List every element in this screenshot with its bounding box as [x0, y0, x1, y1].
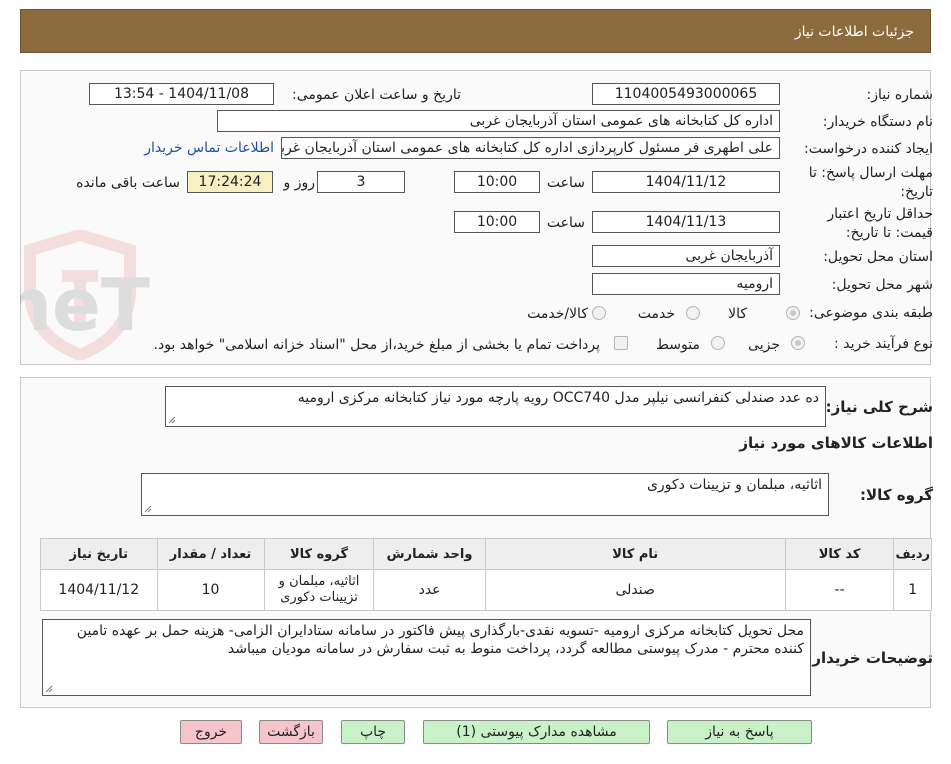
resize-grip-icon [45, 685, 53, 693]
deadline-label-line2: تاریخ: [900, 184, 933, 200]
items-table: ردیف کد کالا نام کالا واحد شمارش گروه کا… [40, 538, 932, 611]
process-option-minor: جزیی [748, 337, 780, 353]
goods-group-label: گروه کالا: [860, 486, 933, 504]
col-item-name: نام کالا [484, 538, 786, 570]
summary-text: ده عدد صندلی کنفرانسی نیلپر مدل OCC740 ر… [297, 390, 819, 406]
city-field: ارومیه [592, 273, 780, 295]
resize-grip-icon [168, 416, 176, 424]
print-button[interactable]: چاپ [341, 720, 405, 744]
buyer-notes-text: محل تحویل کتابخانه مرکزی ارومیه -تسویه ن… [76, 623, 804, 657]
category-option-service: خدمت [637, 306, 675, 322]
announce-field: 1404/11/08 - 13:54 [89, 83, 274, 105]
goods-group-text: اثاثیه، مبلمان و تزیینات دکوری [646, 477, 822, 493]
summary-label: شرح کلی نیاز: [825, 398, 933, 416]
page-header: جزئیات اطلاعات نیاز [20, 9, 931, 53]
goods-group-field: اثاثیه، مبلمان و تزیینات دکوری [141, 473, 829, 516]
deadline-time-field: 10:00 [454, 171, 540, 193]
col-need-date: تاریخ نیاز [40, 538, 158, 570]
province-label: استان محل تحویل: [823, 249, 933, 265]
category-radio-goods[interactable] [786, 306, 800, 320]
cell-item-name: صندلی [484, 569, 786, 611]
category-option-goods: کالا [728, 306, 747, 322]
table-header-row: ردیف کد کالا نام کالا واحد شمارش گروه کا… [40, 538, 932, 570]
validity-label-line1: حداقل تاریخ اعتبار [827, 206, 933, 222]
view-attachments-button[interactable]: مشاهده مدارک پیوستی (1) [423, 720, 650, 744]
col-item-code: کد کالا [784, 538, 895, 570]
cell-quantity: 10 [156, 569, 265, 611]
category-radio-service[interactable] [686, 306, 700, 320]
cell-need-date: 1404/11/12 [40, 569, 158, 611]
page-title: جزئیات اطلاعات نیاز [794, 24, 914, 40]
resize-grip-icon [144, 505, 152, 513]
buyer-notes-label: توضیحات خریدار: [806, 649, 933, 667]
items-section-title: اطلاعات کالاهای مورد نیاز [739, 434, 933, 452]
remaining-label: ساعت باقی مانده [76, 175, 180, 191]
col-item-group: گروه کالا [263, 538, 375, 570]
process-option-medium: متوسط [656, 337, 700, 353]
cell-row-number: 1 [893, 569, 932, 611]
creator-field: علی اطهری فر مسئول کارپردازی اداره کل کت… [281, 137, 780, 159]
validity-time-label: ساعت [546, 215, 585, 231]
category-radio-goods-service[interactable] [592, 306, 606, 320]
deadline-days-label: روز و [283, 175, 316, 191]
remaining-timer: 17:24:24 [187, 171, 273, 193]
deadline-date-field: 1404/11/12 [592, 171, 780, 193]
process-label: نوع فرآیند خرید : [834, 336, 933, 352]
deadline-days-field: 3 [317, 171, 405, 193]
treasury-checkbox[interactable] [614, 336, 628, 350]
treasury-note: پرداخت تمام یا بخشی از مبلغ خرید،از محل … [153, 337, 600, 353]
category-option-goods-service: کالا/خدمت [527, 306, 588, 322]
validity-time-field: 10:00 [454, 211, 540, 233]
creator-label: ایجاد کننده درخواست: [804, 141, 933, 157]
cell-item-group: اثاثیه، مبلمان و تزیینات دکوری [263, 569, 375, 611]
announce-label: تاریخ و ساعت اعلان عمومی: [292, 87, 461, 103]
buyer-label: نام دستگاه خریدار: [822, 114, 933, 130]
province-field: آذربایجان غربی [592, 245, 780, 267]
cell-item-code: -- [784, 569, 895, 611]
buyer-field: اداره کل کتابخانه های عمومی استان آذربای… [217, 110, 780, 132]
category-label: طبقه بندی موضوعی: [809, 305, 933, 321]
city-label: شهر محل تحویل: [831, 277, 933, 293]
validity-date-field: 1404/11/13 [592, 211, 780, 233]
deadline-time-label: ساعت [546, 175, 585, 191]
summary-field: ده عدد صندلی کنفرانسی نیلپر مدل OCC740 ر… [165, 386, 826, 427]
process-radio-minor[interactable] [791, 336, 805, 350]
col-quantity: تعداد / مقدار [156, 538, 265, 570]
process-radio-medium[interactable] [711, 336, 725, 350]
need-number-field: 1104005493000065 [592, 83, 780, 105]
col-unit: واحد شمارش [373, 538, 486, 570]
exit-button[interactable]: خروج [180, 720, 242, 744]
reply-button[interactable]: پاسخ به نیاز [667, 720, 812, 744]
buyer-notes-field: محل تحویل کتابخانه مرکزی ارومیه -تسویه ن… [42, 619, 811, 696]
need-number-label: شماره نیاز: [866, 87, 934, 103]
back-button[interactable]: بازگشت [259, 720, 323, 744]
validity-label-line2: قیمت: تا تاریخ: [845, 225, 933, 241]
buyer-contact-link[interactable]: اطلاعات تماس خریدار [144, 140, 274, 156]
deadline-label-line1: مهلت ارسال پاسخ: تا [808, 165, 933, 181]
cell-unit: عدد [373, 569, 486, 611]
table-row: 1 -- صندلی عدد اثاثیه، مبلمان و تزیینات … [40, 569, 932, 611]
col-row-number: ردیف [893, 538, 932, 570]
